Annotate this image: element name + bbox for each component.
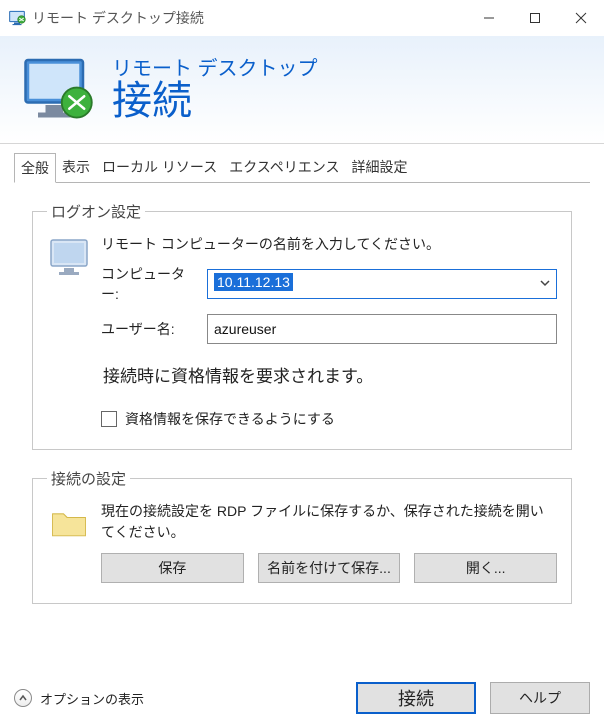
connect-button[interactable]: 接続 xyxy=(356,682,476,714)
cred-prompt-info: 接続時に資格情報を要求されます。 xyxy=(103,362,557,387)
footer: オプションの表示 接続 ヘルプ xyxy=(0,672,604,724)
window-controls xyxy=(466,0,604,36)
save-creds-checkbox[interactable] xyxy=(101,411,117,427)
chevron-up-icon xyxy=(14,689,32,707)
group-connection-settings: 接続の設定 現在の接続設定を RDP ファイルに保存するか、保存された接続を開い… xyxy=(32,468,572,604)
save-as-button[interactable]: 名前を付けて保存... xyxy=(258,553,401,583)
tab-display[interactable]: 表示 xyxy=(56,153,96,183)
rdp-monitor-icon xyxy=(18,50,98,130)
folder-icon xyxy=(47,501,101,548)
options-toggle-label: オプションの表示 xyxy=(40,689,144,708)
username-input[interactable] xyxy=(207,314,557,344)
banner-subtitle: リモート デスクトップ xyxy=(112,58,318,80)
tab-general[interactable]: 全般 xyxy=(14,153,56,183)
app-icon xyxy=(8,9,26,27)
computer-icon xyxy=(47,234,101,285)
tab-local-resources[interactable]: ローカル リソース xyxy=(96,153,223,183)
open-button[interactable]: 開く... xyxy=(414,553,557,583)
computer-combo[interactable]: 10.11.12.13 xyxy=(207,269,557,299)
save-creds-label: 資格情報を保存できるようにする xyxy=(125,409,335,429)
save-button[interactable]: 保存 xyxy=(101,553,244,583)
tabs: 全般 表示 ローカル リソース エクスペリエンス 詳細設定 xyxy=(14,152,590,183)
computer-value: 10.11.12.13 xyxy=(214,273,293,291)
tab-advanced[interactable]: 詳細設定 xyxy=(346,153,414,183)
logon-instruction: リモート コンピューターの名前を入力してください。 xyxy=(101,234,557,254)
banner-title: 接続 xyxy=(112,80,318,122)
computer-label: コンピューター: xyxy=(101,264,201,304)
username-label: ユーザー名: xyxy=(101,319,201,339)
help-button[interactable]: ヘルプ xyxy=(490,682,590,714)
chevron-down-icon xyxy=(539,276,551,292)
window-title: リモート デスクトップ接続 xyxy=(32,8,466,28)
logon-legend: ログオン設定 xyxy=(47,201,145,222)
options-toggle[interactable]: オプションの表示 xyxy=(14,689,144,708)
titlebar: リモート デスクトップ接続 xyxy=(0,0,604,36)
close-button[interactable] xyxy=(558,0,604,36)
connection-legend: 接続の設定 xyxy=(47,468,130,489)
header-banner: リモート デスクトップ 接続 xyxy=(0,36,604,144)
connection-description: 現在の接続設定を RDP ファイルに保存するか、保存された接続を開いてください。 xyxy=(101,501,557,543)
minimize-button[interactable] xyxy=(466,0,512,36)
maximize-button[interactable] xyxy=(512,0,558,36)
tab-experience[interactable]: エクスペリエンス xyxy=(223,153,345,183)
group-logon-settings: ログオン設定 リモート コンピューターの名前を入力してください。 コンピューター… xyxy=(32,201,572,450)
